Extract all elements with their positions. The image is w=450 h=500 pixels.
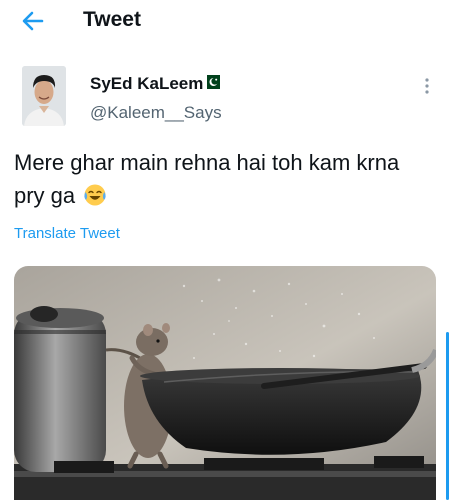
- scrollbar[interactable]: [446, 332, 449, 500]
- arrow-left-icon: [22, 11, 44, 31]
- pakistan-flag-icon: [203, 75, 220, 89]
- tweet-text: Mere ghar main rehna hai toh kam krna pr…: [14, 146, 434, 212]
- top-bar: Tweet: [0, 0, 450, 42]
- rat-cooking-photo: [14, 266, 436, 500]
- tweet-body-text: Mere ghar main rehna hai toh kam krna pr…: [14, 150, 400, 208]
- page-title: Tweet: [83, 8, 141, 31]
- face-with-tears-of-joy-icon: [84, 184, 106, 206]
- back-button[interactable]: [18, 6, 48, 36]
- author-display-name[interactable]: SyEd KaLeem: [90, 74, 203, 94]
- author-handle[interactable]: @Kaleem__Says: [90, 103, 222, 123]
- translate-tweet-link[interactable]: Translate Tweet: [14, 225, 120, 242]
- user-avatar-image: [22, 66, 66, 126]
- tweet-media-photo[interactable]: [14, 266, 436, 500]
- more-options-button[interactable]: [418, 74, 436, 98]
- more-vertical-icon: [425, 78, 429, 94]
- avatar[interactable]: [22, 66, 66, 126]
